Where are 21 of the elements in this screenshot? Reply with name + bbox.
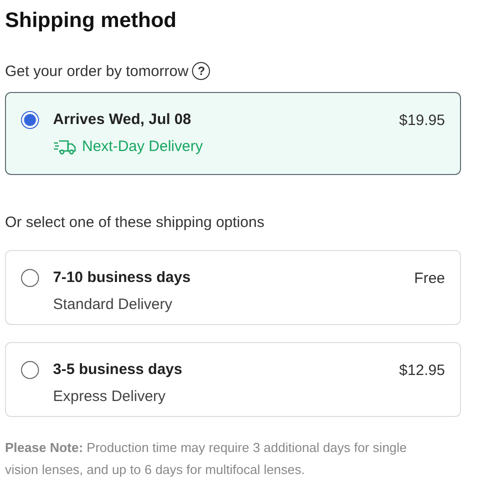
radio-button[interactable] (21, 269, 39, 287)
help-icon[interactable]: ? (192, 62, 210, 80)
shipping-option-card[interactable]: Arrives Wed, Jul 08 Next-Day Delivery $19.95 (5, 92, 461, 175)
option-subtitle: Standard Delivery (53, 296, 172, 314)
note-text: Please Note: Production time may require 3 additional days for single vision lenses, and up to 6 days for multifocal lenses. (5, 439, 408, 479)
option-title: 3-5 business days (53, 360, 184, 380)
radio-button[interactable] (21, 361, 39, 379)
option-title: Arrives Wed, Jul 08 (53, 110, 192, 130)
prompt-text: Or select one of these shipping options (5, 214, 264, 230)
shipping-option-card[interactable]: 3-5 business days Express Delivery $12.95 (5, 342, 461, 417)
shipping-option-card[interactable]: 7-10 business days Standard Delivery Free (5, 250, 461, 325)
radio-button[interactable] (21, 111, 39, 129)
page-title: Shipping method (5, 8, 178, 34)
prompt-text: Get your order by tomorrow (5, 62, 188, 80)
option-price: Free (414, 270, 445, 287)
option-subtitle: Express Delivery (53, 388, 166, 406)
option-subtitle: Next-Day Delivery (82, 138, 203, 156)
option-price: $19.95 (399, 112, 445, 129)
option-price: $12.95 (399, 362, 445, 379)
option-title: 7-10 business days (53, 268, 192, 288)
truck-icon (53, 139, 77, 155)
